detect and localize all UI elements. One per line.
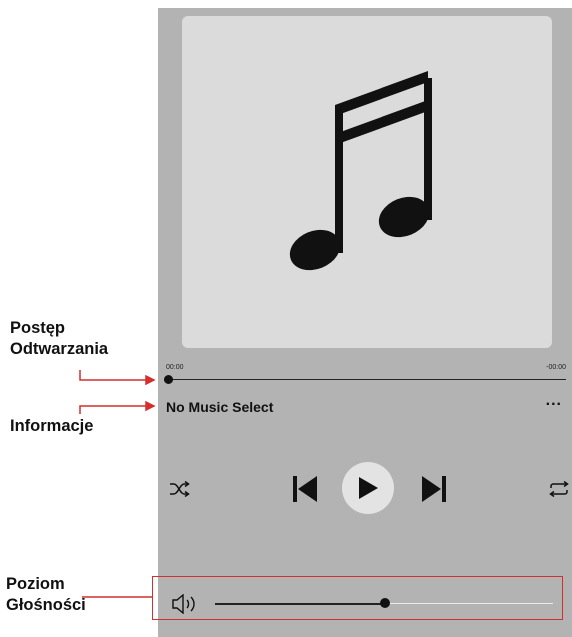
repeat-button[interactable]	[546, 480, 572, 498]
previous-button[interactable]	[291, 474, 319, 504]
music-player: 00:00 -00:00 No Music Select ...	[158, 8, 572, 637]
elapsed-time: 00:00	[166, 364, 184, 371]
repeat-icon	[549, 481, 569, 497]
progress-annotation-line1: Postęp	[10, 319, 66, 337]
shuffle-icon	[170, 481, 190, 497]
next-button[interactable]	[420, 474, 448, 504]
progress-track[interactable]	[168, 379, 566, 380]
more-options-button[interactable]: ...	[546, 392, 562, 410]
volume-annotation-label: Poziom Głośności	[6, 574, 86, 616]
info-annotation-label: Informacje	[10, 417, 94, 435]
progress-annotation-label: Postęp Odtwarzania	[10, 318, 108, 360]
progress-knob[interactable]	[164, 375, 173, 384]
volume-annotation-line1: Poziom	[6, 575, 65, 593]
album-artwork	[182, 16, 552, 348]
previous-icon	[293, 476, 317, 502]
next-icon	[422, 476, 446, 502]
play-button[interactable]	[342, 462, 394, 514]
music-note-icon	[289, 71, 432, 271]
progress-annotation-line2: Odtwarzania	[10, 340, 109, 358]
play-icon	[359, 477, 378, 499]
remaining-time: -00:00	[546, 364, 566, 371]
track-title: No Music Select	[166, 399, 274, 415]
shuffle-button[interactable]	[168, 480, 192, 498]
volume-highlight-box	[152, 576, 563, 620]
volume-annotation-line2: Głośności	[6, 596, 86, 614]
